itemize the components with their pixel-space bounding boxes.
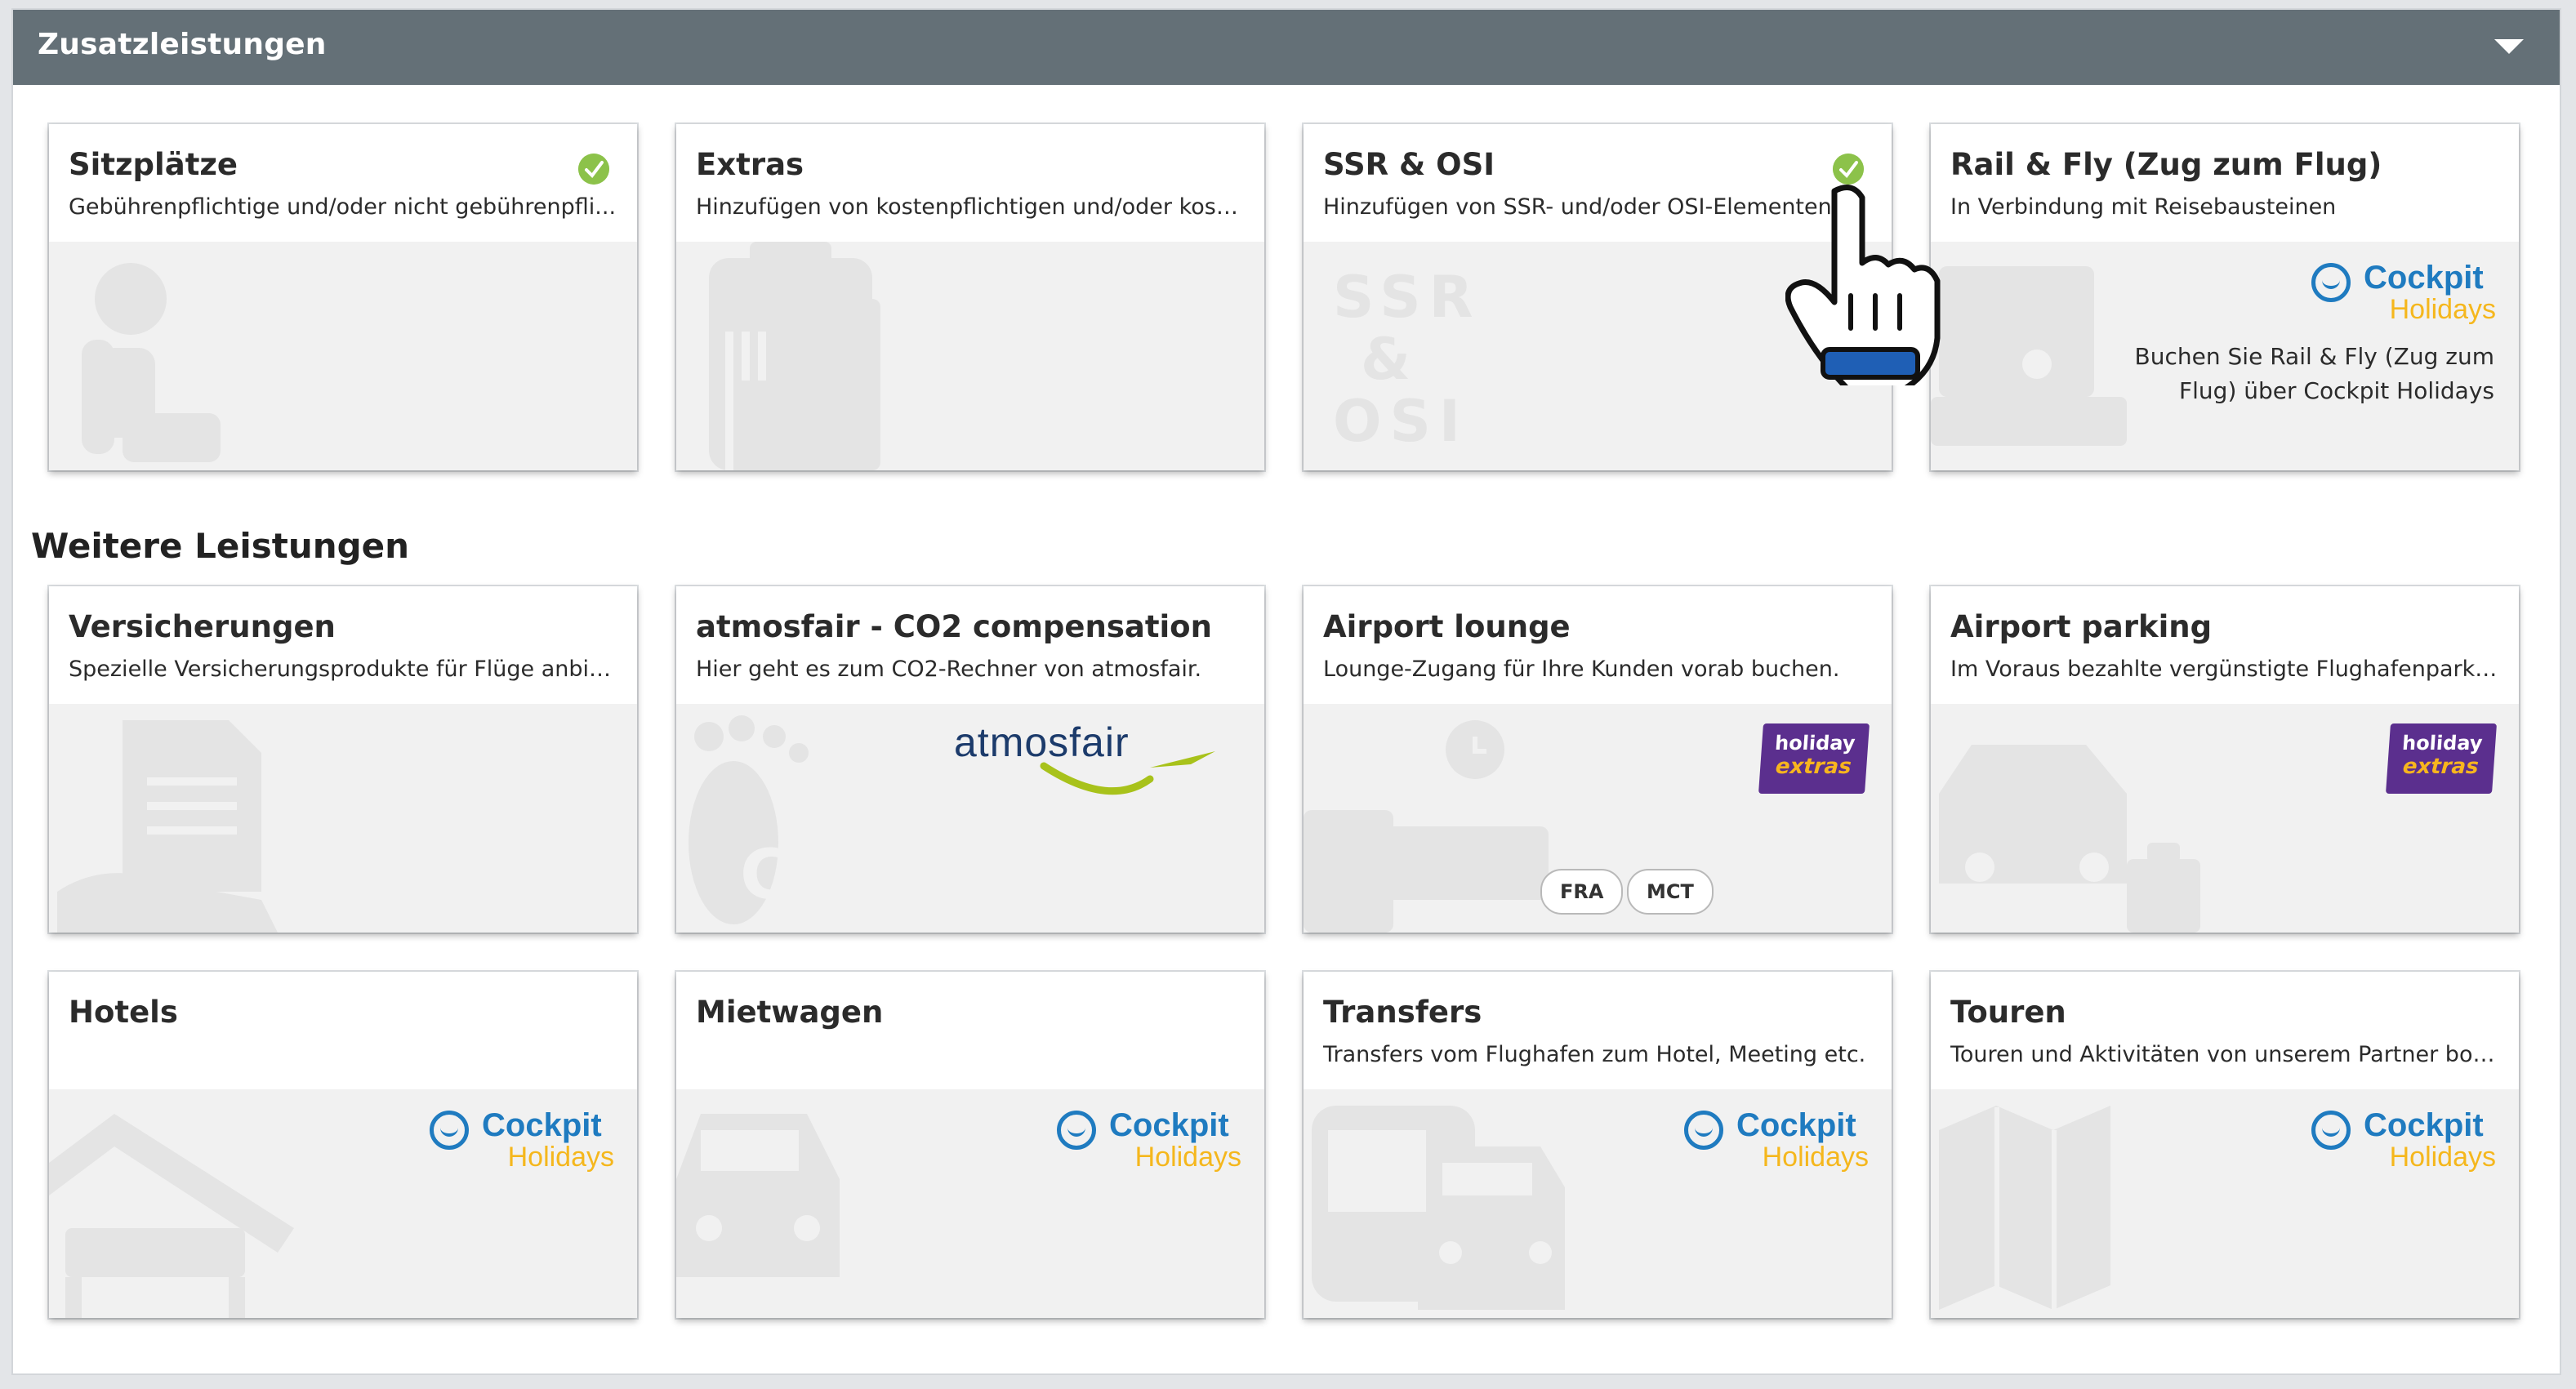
holiday-extras-logo: holiday extras — [1758, 723, 1870, 794]
card-title: Airport lounge — [1323, 609, 1571, 644]
caret-down-icon[interactable] — [2494, 39, 2524, 54]
card-title: Hotels — [69, 995, 178, 1030]
cockpit-holidays-logo: Cockpit Holidays — [1684, 1107, 1869, 1179]
card-rail-fly[interactable]: Cockpit Holidays Rail & Fly (Zug zum Flu… — [1931, 124, 2519, 470]
card-title: Transfers — [1323, 995, 1482, 1030]
card-description: Touren und Aktivitäten von unserem Partn… — [1950, 1042, 2499, 1067]
card-description: Spezielle Versicherungsprodukte für Flüg… — [69, 657, 617, 682]
card-atmosfair[interactable]: CO₂ atmosfair atmosfair - CO2 compensati… — [676, 586, 1264, 933]
luggage-cutlery-icon — [709, 242, 880, 470]
card-title: Mietwagen — [696, 995, 884, 1030]
card-mietwagen[interactable]: Cockpit Holidays Mietwagen — [676, 972, 1264, 1318]
section-title: Weitere Leistungen — [31, 526, 410, 566]
cockpit-holidays-logo: Cockpit Holidays — [430, 1107, 614, 1179]
card-description: Hinzufügen von kostenpflichtigen und/ode… — [696, 194, 1245, 220]
card-airport-lounge[interactable]: holiday extras FRA MCT Airport lounge Lo… — [1304, 586, 1892, 933]
co2-watermark: CO₂ — [740, 835, 879, 915]
card-description: Transfers vom Flughafen zum Hotel, Meeti… — [1323, 1042, 1866, 1067]
card-airport-parking[interactable]: holiday extras Airport parking Im Voraus… — [1931, 586, 2519, 933]
panel-header[interactable]: Zusatzleistungen — [13, 10, 2560, 85]
card-touren[interactable]: Cockpit Holidays Touren Touren und Aktiv… — [1931, 972, 2519, 1318]
airport-chip-fra[interactable]: FRA — [1540, 869, 1624, 915]
holiday-extras-logo: holiday extras — [2385, 723, 2498, 794]
card-sitzplaetze[interactable]: Sitzplätze Gebührenpflichtige und/oder n… — [49, 124, 637, 470]
card-title: Touren — [1950, 995, 2066, 1030]
card-title: atmosfair - CO2 compensation — [696, 609, 1212, 644]
card-hotels[interactable]: Cockpit Holidays Hotels — [49, 972, 637, 1318]
card-title: Extras — [696, 147, 804, 182]
card-extras[interactable]: Extras Hinzufügen von kostenpflichtigen … — [676, 124, 1264, 470]
cockpit-holidays-logo: Cockpit Holidays — [2311, 1107, 2496, 1179]
check-icon — [1833, 154, 1864, 185]
card-versicherungen[interactable]: Versicherungen Spezielle Versicherungspr… — [49, 586, 637, 933]
airport-chip-mct[interactable]: MCT — [1627, 869, 1714, 915]
ssr-osi-watermark: SSR & OSI — [1333, 264, 1482, 455]
card-transfers[interactable]: Cockpit Holidays Transfers Transfers vom… — [1304, 972, 1892, 1318]
check-icon — [578, 154, 609, 185]
card-description: Hier geht es zum CO2-Rechner von atmosfa… — [696, 657, 1202, 682]
card-description: Im Voraus bezahlte vergünstigte Flughafe… — [1950, 657, 2499, 682]
hand-pointer-icon — [1785, 185, 1941, 385]
card-title: Versicherungen — [69, 609, 336, 644]
card-description: Gebührenpflichtige und/oder nicht gebühr… — [69, 194, 617, 220]
insurance-document-icon — [57, 720, 278, 933]
panel-title: Zusatzleistungen — [38, 28, 327, 61]
card-title: Rail & Fly (Zug zum Flug) — [1950, 147, 2382, 182]
card-title: SSR & OSI — [1323, 147, 1495, 182]
cockpit-holidays-logo: Cockpit Holidays — [1057, 1107, 1241, 1179]
atmosfair-logo: atmosfair — [954, 719, 1240, 808]
cockpit-holidays-logo: Cockpit Holidays — [2311, 260, 2496, 332]
card-title: Airport parking — [1950, 609, 2213, 644]
rail-fly-info: Buchen Sie Rail & Fly (Zug zum Flug) übe… — [2134, 343, 2494, 404]
card-description: Lounge-Zugang für Ihre Kunden vorab buch… — [1323, 657, 1840, 682]
card-description: In Verbindung mit Reisebausteinen — [1950, 194, 2337, 220]
seat-icon — [82, 263, 221, 462]
card-title: Sitzplätze — [69, 147, 238, 182]
